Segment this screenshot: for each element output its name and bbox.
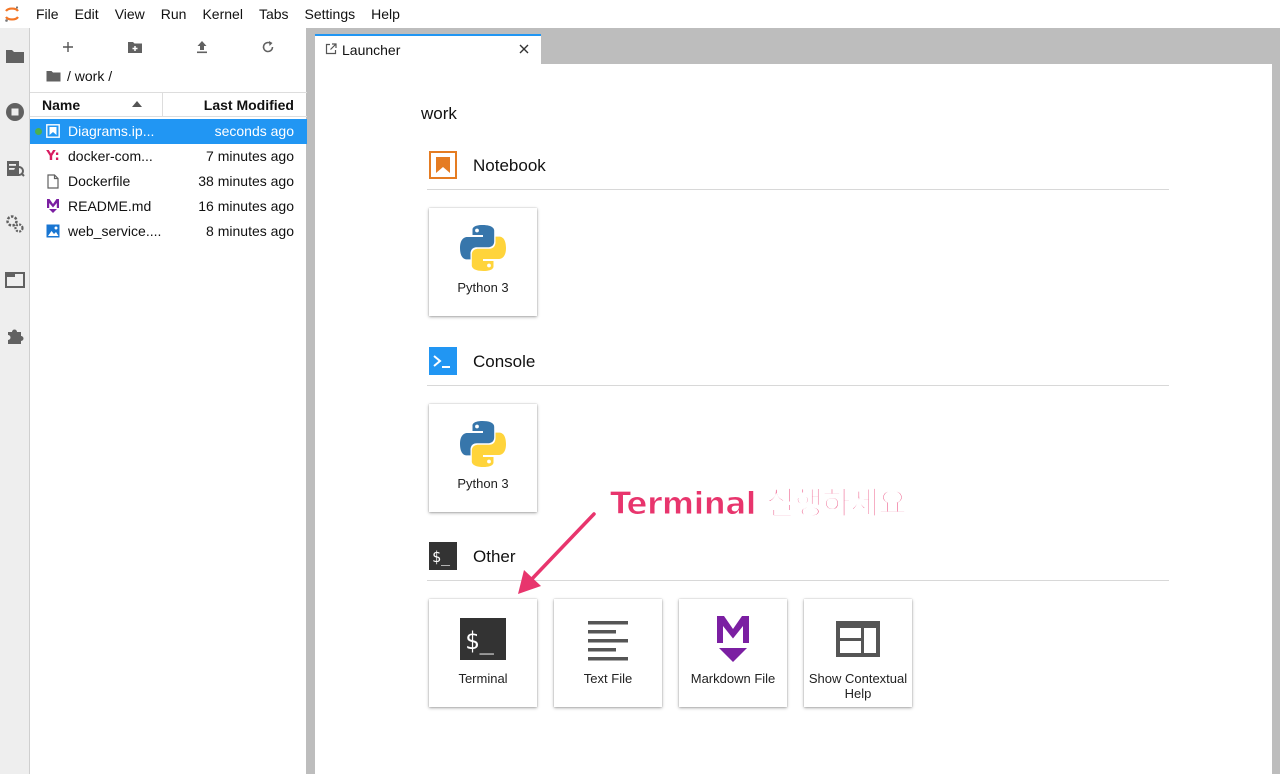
new-folder-icon xyxy=(128,41,142,53)
card-label: Show Contextual Help xyxy=(808,671,908,701)
notebook-python3-card[interactable]: Python 3 xyxy=(429,208,537,316)
annotation-callout: Terminal 실행하세요 xyxy=(609,486,907,523)
folder-icon[interactable] xyxy=(0,40,30,72)
breadcrumb: / work / xyxy=(46,68,112,84)
python-icon xyxy=(456,221,510,275)
contextual-help-card[interactable]: Show Contextual Help xyxy=(804,599,912,707)
menu-file[interactable]: File xyxy=(28,0,67,28)
svg-text:$_: $_ xyxy=(432,548,451,566)
main-area: Launcher work Notebook Python 3 Console … xyxy=(307,28,1280,774)
markdown-icon xyxy=(45,198,61,214)
menu-run[interactable]: Run xyxy=(153,0,195,28)
card-label: Terminal xyxy=(458,671,508,686)
launcher-cwd: work xyxy=(421,104,457,123)
section-divider xyxy=(427,189,1169,190)
menu-settings[interactable]: Settings xyxy=(297,0,364,28)
notebook-icon xyxy=(45,123,61,139)
tab-launcher[interactable]: Launcher xyxy=(315,34,541,64)
file-modified: 16 minutes ago xyxy=(198,198,294,214)
file-browser-toolbar xyxy=(30,34,307,60)
terminal-card[interactable]: $_ Terminal xyxy=(429,599,537,707)
tabs-icon[interactable] xyxy=(0,264,30,296)
menu-bar: File Edit View Run Kernel Tabs Settings … xyxy=(0,0,1280,28)
menu-view[interactable]: View xyxy=(107,0,153,28)
card-label: Markdown File xyxy=(690,671,776,686)
file-modified: 7 minutes ago xyxy=(206,148,294,164)
markdown-file-card[interactable]: Markdown File xyxy=(679,599,787,707)
image-icon xyxy=(45,223,61,239)
file-row[interactable]: Dockerfile 38 minutes ago xyxy=(30,169,307,194)
tab-label: Launcher xyxy=(342,42,401,58)
card-label: Python 3 xyxy=(457,476,509,491)
home-folder-icon[interactable] xyxy=(46,70,61,82)
file-row[interactable]: Diagrams.ip... seconds ago xyxy=(30,119,307,144)
running-icon[interactable] xyxy=(0,96,30,128)
name-column-header[interactable]: Name xyxy=(42,97,80,113)
markdown-icon xyxy=(706,612,760,666)
terminal-icon: $_ xyxy=(456,612,510,666)
file-name: docker-com... xyxy=(68,148,153,164)
file-name: README.md xyxy=(68,198,152,214)
menu-kernel[interactable]: Kernel xyxy=(194,0,250,28)
last-modified-column-header[interactable]: Last Modified xyxy=(204,97,294,113)
launcher-panel: work Notebook Python 3 Console Python 3 … xyxy=(315,64,1272,774)
console-python3-card[interactable]: Python 3 xyxy=(429,404,537,512)
file-name: Dockerfile xyxy=(68,173,131,189)
yaml-icon: Y: xyxy=(46,148,60,164)
svg-text:$_: $_ xyxy=(465,627,494,655)
file-modified: seconds ago xyxy=(214,123,294,139)
menu-edit[interactable]: Edit xyxy=(67,0,107,28)
file-row[interactable]: Y: docker-com... 7 minutes ago xyxy=(30,144,307,169)
file-name: web_service.... xyxy=(68,223,162,239)
upload-icon xyxy=(197,41,207,54)
card-label: Python 3 xyxy=(457,280,509,295)
refresh-icon xyxy=(262,41,274,53)
new-launcher-button[interactable] xyxy=(56,34,80,60)
contextual-help-icon xyxy=(831,612,885,666)
section-title-notebook: Notebook xyxy=(473,156,546,175)
plus-icon xyxy=(63,42,73,52)
menu-tabs[interactable]: Tabs xyxy=(251,0,297,28)
property-inspector-icon[interactable] xyxy=(0,208,30,240)
file-modified: 38 minutes ago xyxy=(198,173,294,189)
extension-icon[interactable] xyxy=(0,320,30,352)
section-title-console: Console xyxy=(473,352,536,371)
file-name: Diagrams.ip... xyxy=(68,123,155,139)
menu-help[interactable]: Help xyxy=(363,0,408,28)
commands-icon[interactable] xyxy=(0,152,30,184)
card-label: Text File xyxy=(583,671,633,686)
file-row[interactable]: web_service.... 8 minutes ago xyxy=(30,219,307,244)
text-file-icon xyxy=(581,612,635,666)
notebook-icon xyxy=(429,151,457,179)
close-icon[interactable] xyxy=(517,42,531,56)
section-divider xyxy=(427,580,1169,581)
upload-button[interactable] xyxy=(190,34,214,60)
file-modified: 8 minutes ago xyxy=(206,223,294,239)
refresh-button[interactable] xyxy=(256,34,280,60)
breadcrumb-path[interactable]: / work / xyxy=(67,68,112,84)
text-file-card[interactable]: Text File xyxy=(554,599,662,707)
file-row[interactable]: README.md 16 minutes ago xyxy=(30,194,307,219)
jupyter-logo-icon xyxy=(0,0,24,28)
section-title-other: Other xyxy=(473,547,516,566)
column-divider[interactable] xyxy=(162,93,163,117)
file-icon xyxy=(45,173,61,189)
file-browser: / work / Name Last Modified Diagrams.ip.… xyxy=(30,28,307,774)
activity-bar xyxy=(0,28,30,774)
launcher-icon xyxy=(325,43,337,55)
console-icon xyxy=(429,347,457,375)
running-indicator-icon xyxy=(35,128,42,135)
python-icon xyxy=(456,417,510,471)
sort-ascending-icon xyxy=(132,101,142,107)
terminal-small-icon: $_ xyxy=(429,542,457,570)
section-divider xyxy=(427,385,1169,386)
new-folder-button[interactable] xyxy=(123,34,147,60)
file-list-header: Name Last Modified xyxy=(30,92,307,117)
